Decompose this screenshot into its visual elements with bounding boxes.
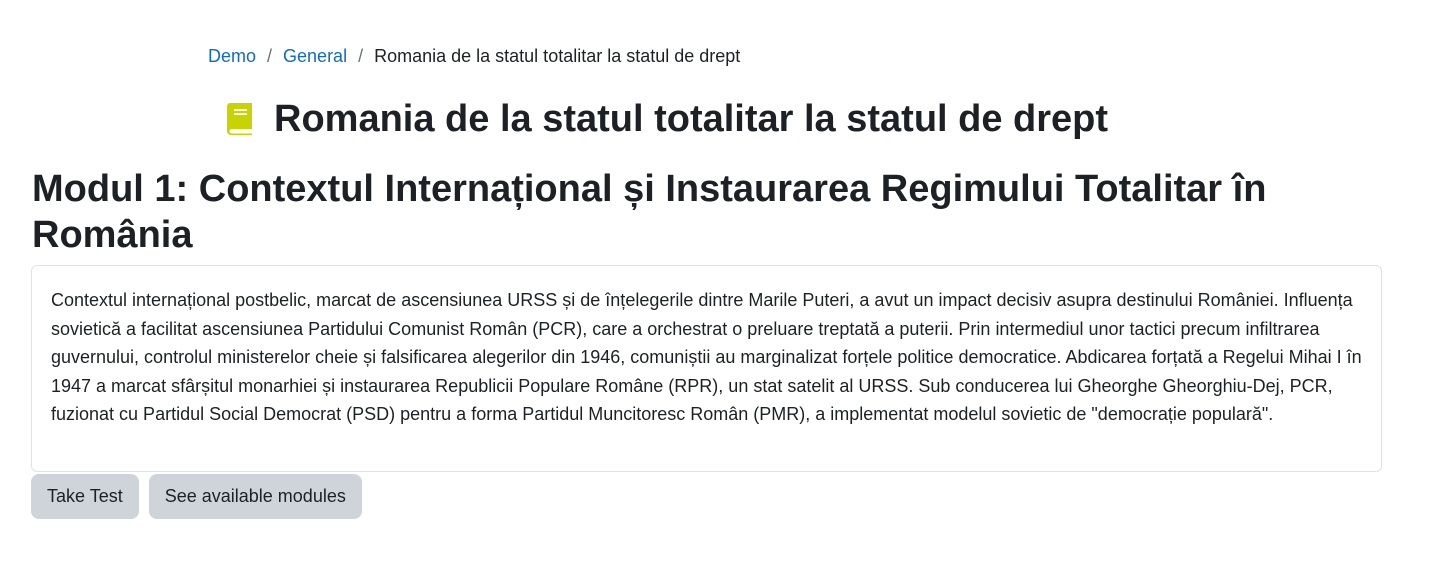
module-content-card: Contextul internațional postbelic, marca… <box>31 265 1382 472</box>
take-test-button[interactable]: Take Test <box>31 474 139 519</box>
breadcrumb-separator: / <box>267 46 273 66</box>
module-content-text: Contextul internațional postbelic, marca… <box>51 290 1362 424</box>
breadcrumb-link-demo[interactable]: Demo <box>208 44 256 68</box>
breadcrumb: Demo / General / Romania de la statul to… <box>208 44 740 68</box>
breadcrumb-link-general[interactable]: General <box>283 44 347 68</box>
module-title: Modul 1: Contextul Internațional și Inst… <box>32 168 1267 256</box>
breadcrumb-current: Romania de la statul totalitar la statul… <box>374 46 741 66</box>
page-title: Romania de la statul totalitar la statul… <box>274 98 1109 140</box>
see-available-modules-button[interactable]: See available modules <box>148 474 362 519</box>
page-header: Romania de la statul totalitar la statul… <box>226 97 1108 141</box>
breadcrumb-separator: / <box>358 46 364 66</box>
action-buttons: Take Test See available modules <box>31 474 362 519</box>
book-icon <box>226 102 254 136</box>
